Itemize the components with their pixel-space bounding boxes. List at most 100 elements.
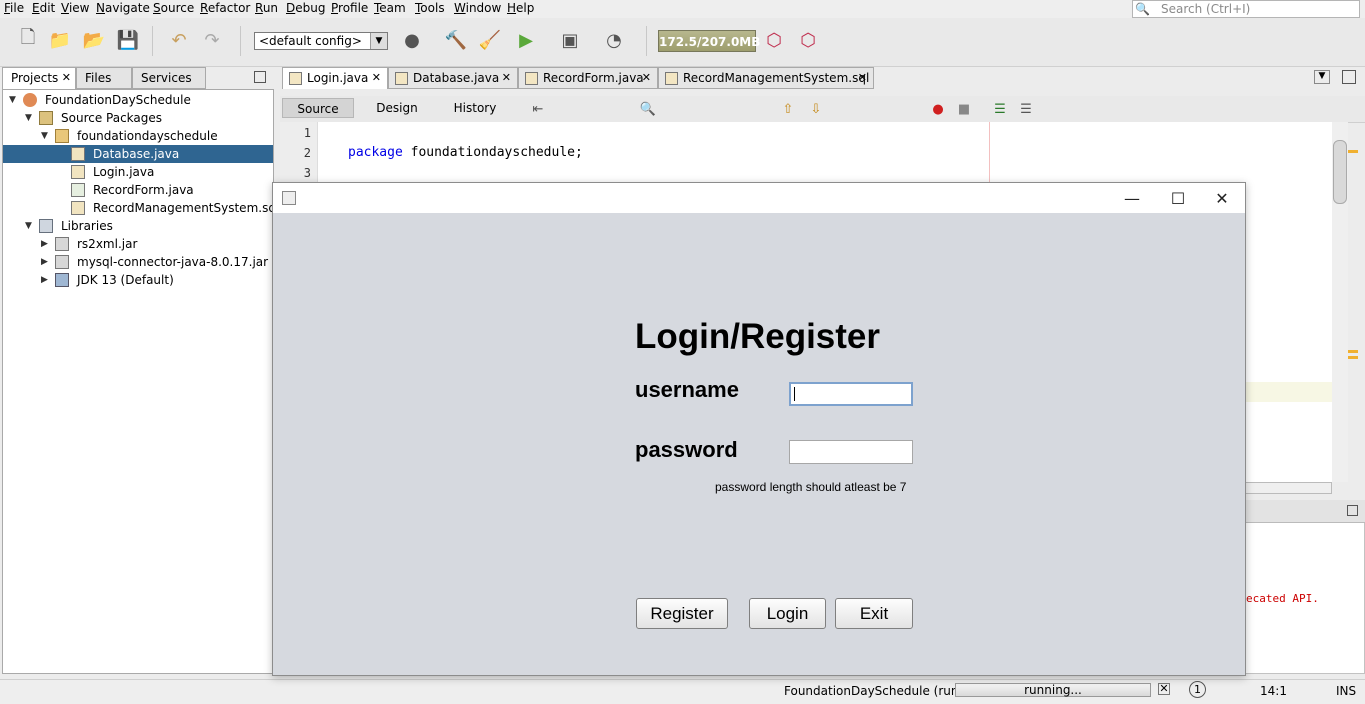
error-stripe-mark[interactable] <box>1348 356 1358 359</box>
maximize-window-icon[interactable]: ☐ <box>1155 183 1201 213</box>
tab-design[interactable]: Design <box>362 98 432 118</box>
close-icon[interactable]: ✕ <box>372 68 381 88</box>
tab-history[interactable]: History <box>440 98 510 118</box>
search-input[interactable]: 🔍 Search (Ctrl+I) <box>1132 0 1360 18</box>
editor-scrollbar[interactable] <box>1332 122 1348 482</box>
tab-database-java[interactable]: Database.java ✕ <box>388 67 518 89</box>
tree-node-file[interactable]: RecordManagementSystem.sql <box>3 199 279 217</box>
find-icon[interactable]: 🔍 <box>636 97 660 121</box>
minimize-icon[interactable] <box>1347 505 1358 516</box>
package-icon <box>55 129 69 143</box>
password-input[interactable] <box>789 440 913 464</box>
exit-button[interactable]: Exit <box>835 598 913 629</box>
tree-node-jar[interactable]: ▶ rs2xml.jar <box>3 235 273 253</box>
dialog-titlebar[interactable]: — ☐ ✕ <box>273 183 1245 213</box>
menu-refactor[interactable]: Refactor <box>200 1 250 15</box>
profile-icon[interactable]: ◔ <box>602 28 626 52</box>
comment-icon[interactable]: ☰ <box>988 97 1012 121</box>
menu-view[interactable]: View <box>61 1 89 15</box>
menu-edit[interactable]: Edit <box>32 1 55 15</box>
save-all-icon[interactable]: 💾 <box>116 28 140 52</box>
login-dialog: — ☐ ✕ Login/Register username password p… <box>272 182 1246 676</box>
tab-source[interactable]: Source <box>282 98 354 118</box>
menu-tools[interactable]: Tools <box>415 1 445 15</box>
tree-node-source-packages[interactable]: ▼ Source Packages <box>3 109 273 127</box>
scrollbar-thumb[interactable] <box>1333 140 1347 204</box>
text-caret <box>794 387 795 401</box>
menu-team[interactable]: Team <box>374 1 406 15</box>
build-hammer-icon[interactable]: 🔨 <box>444 28 468 52</box>
config-dropdown[interactable]: <default config> ▼ <box>254 32 388 50</box>
new-file-icon[interactable]: 🗋 <box>16 27 40 52</box>
tree-node-libraries[interactable]: ▼ Libraries <box>3 217 273 235</box>
tab-recordform-java[interactable]: RecordForm.java ✕ <box>518 67 658 89</box>
tab-login-java[interactable]: Login.java ✕ <box>282 67 388 89</box>
error-stripe-mark[interactable] <box>1348 150 1358 153</box>
menu-file[interactable]: File <box>4 1 24 15</box>
close-icon[interactable]: ✕ <box>502 68 511 88</box>
expand-icon[interactable]: ▼ <box>25 217 32 235</box>
expand-icon[interactable]: ▼ <box>9 91 16 109</box>
maximize-icon[interactable] <box>1342 70 1356 84</box>
gc-icon[interactable]: ⬡ <box>762 28 786 52</box>
back-icon[interactable]: ⇤ <box>526 97 550 121</box>
debug-icon[interactable]: ▣ <box>558 28 582 52</box>
login-button[interactable]: Login <box>749 598 826 629</box>
cancel-task-icon[interactable]: ✕ <box>1158 683 1170 695</box>
tree-node-file[interactable]: RecordForm.java <box>3 181 273 199</box>
menu-navigate[interactable]: Navigate <box>96 1 150 15</box>
tab-sql-file[interactable]: RecordManagementSystem.sql ✕ <box>658 67 874 89</box>
expand-icon[interactable]: ▼ <box>41 127 48 145</box>
minimize-icon[interactable] <box>254 71 266 83</box>
uncomment-icon[interactable]: ☰ <box>1014 97 1038 121</box>
run-icon[interactable]: ▶ <box>514 28 538 52</box>
stop-macro-icon[interactable]: ■ <box>952 97 976 121</box>
tree-node-jdk[interactable]: ▶ JDK 13 (Default) <box>3 271 273 289</box>
undo-icon[interactable]: ↶ <box>167 28 191 52</box>
tab-files[interactable]: Files <box>76 67 132 89</box>
register-button[interactable]: Register <box>636 598 728 629</box>
collapse-icon[interactable]: ▶ <box>41 253 48 271</box>
tab-projects[interactable]: Projects ✕ <box>2 67 76 89</box>
menu-source[interactable]: Source <box>153 1 194 15</box>
notifications-icon[interactable]: 1 <box>1189 681 1206 698</box>
open-project-icon[interactable]: 📂 <box>82 28 106 52</box>
memory-indicator[interactable]: 172.5/207.0MB <box>658 30 760 52</box>
next-bookmark-icon[interactable]: ⇩ <box>804 97 828 121</box>
folder-icon <box>39 111 53 125</box>
horizontal-scrollbar[interactable] <box>1245 482 1332 494</box>
tab-services[interactable]: Services <box>132 67 206 89</box>
menu-window[interactable]: Window <box>454 1 501 15</box>
tree-node-package[interactable]: ▼ foundationdayschedule <box>3 127 273 145</box>
redo-icon[interactable]: ↷ <box>200 28 224 52</box>
tree-node-file[interactable]: Login.java <box>3 163 273 181</box>
globe-icon[interactable]: ● <box>400 28 424 52</box>
left-panel-tabs: Projects ✕ Files Services <box>2 67 274 89</box>
prev-bookmark-icon[interactable]: ⇧ <box>776 97 800 121</box>
close-window-icon[interactable]: ✕ <box>1199 183 1245 213</box>
tree-node-project[interactable]: ▼ FoundationDaySchedule <box>3 91 273 109</box>
menu-run[interactable]: Run <box>255 1 278 15</box>
minimize-window-icon[interactable]: — <box>1109 183 1155 213</box>
close-icon[interactable]: ✕ <box>62 71 71 84</box>
profiler-snapshot-icon[interactable]: ⬡ <box>796 28 820 52</box>
close-icon[interactable]: ✕ <box>858 68 867 88</box>
collapse-icon[interactable]: ▶ <box>41 235 48 253</box>
username-label: username <box>635 377 739 402</box>
clean-build-icon[interactable]: 🧹 <box>478 28 502 52</box>
collapse-icon[interactable]: ▶ <box>41 271 48 289</box>
progress-bar[interactable]: running... <box>955 683 1151 697</box>
error-stripe-mark[interactable] <box>1348 350 1358 353</box>
tab-list-icon[interactable]: ▼ <box>1314 70 1330 84</box>
current-line-highlight <box>1245 382 1332 402</box>
close-icon[interactable]: ✕ <box>642 68 651 88</box>
menu-profile[interactable]: Profile <box>331 1 368 15</box>
tree-node-jar[interactable]: ▶ mysql-connector-java-8.0.17.jar <box>3 253 273 271</box>
new-project-icon[interactable]: 📁 <box>48 28 72 52</box>
menu-debug[interactable]: Debug <box>286 1 325 15</box>
tree-node-file[interactable]: Database.java <box>3 145 273 163</box>
expand-icon[interactable]: ▼ <box>25 109 32 127</box>
menu-help[interactable]: Help <box>507 1 534 15</box>
record-macro-icon[interactable]: ● <box>926 97 950 121</box>
username-input[interactable] <box>789 382 913 406</box>
